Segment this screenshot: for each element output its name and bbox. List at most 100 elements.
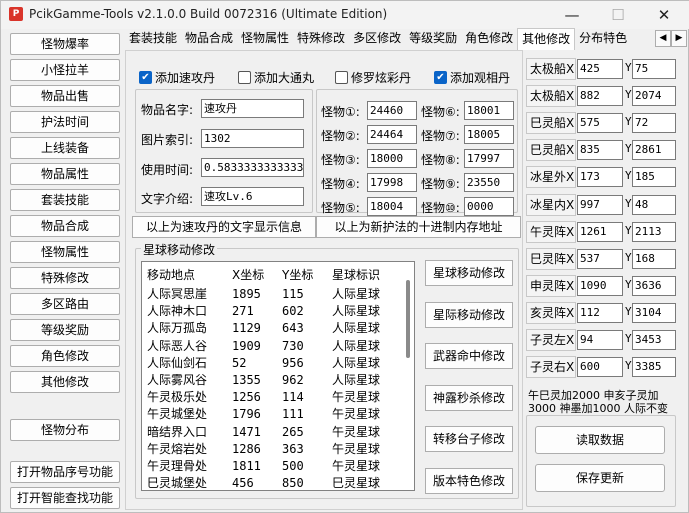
action-button-3[interactable]: 神露秒杀修改 bbox=[425, 384, 513, 411]
table-row[interactable]: 人际雾风谷 1355 962 人际星球 bbox=[142, 372, 402, 389]
tab-1[interactable]: 物品合成 bbox=[181, 28, 237, 50]
column-header-y[interactable]: Y坐标 bbox=[282, 266, 313, 283]
open-item-serial-button[interactable]: 打开物品序号功能 bbox=[10, 461, 120, 483]
icon-index-input[interactable]: 1302 bbox=[201, 129, 304, 148]
close-icon[interactable]: ✕ bbox=[641, 1, 687, 29]
monster-input-8[interactable]: 18004 bbox=[367, 197, 417, 216]
sidebar-item-10[interactable]: 多区路由 bbox=[10, 293, 120, 315]
monster-distribution-button[interactable]: 怪物分布 bbox=[10, 419, 120, 441]
checkbox-add-sugongdan[interactable]: ✔ 添加速攻丹 bbox=[139, 69, 215, 86]
monster-input-3[interactable]: 18005 bbox=[464, 125, 514, 144]
action-button-2[interactable]: 武器命中修改 bbox=[425, 343, 513, 369]
coord-x-input[interactable]: 575 bbox=[577, 113, 623, 134]
coord-x-input[interactable]: 882 bbox=[577, 86, 623, 107]
monster-input-1[interactable]: 18001 bbox=[464, 101, 514, 120]
column-header-planet[interactable]: 星球标识 bbox=[332, 266, 380, 283]
table-row[interactable]: 午灵极乐处 1256 114 午灵星球 bbox=[142, 389, 402, 406]
table-row[interactable]: 午灵理骨处 1811 500 午灵星球 bbox=[142, 458, 402, 475]
monster-input-6[interactable]: 17998 bbox=[367, 173, 417, 192]
coord-y-input[interactable]: 3636 bbox=[632, 275, 676, 296]
coord-y-input[interactable]: 2861 bbox=[632, 140, 676, 161]
table-row[interactable]: 巳灵城堡处 456 850 巳灵星球 bbox=[142, 475, 402, 490]
sidebar-item-3[interactable]: 护法时间 bbox=[10, 111, 120, 133]
save-update-button[interactable]: 保存更新 bbox=[535, 464, 665, 492]
sidebar-item-2[interactable]: 物品出售 bbox=[10, 85, 120, 107]
use-time-input[interactable]: 0.5833333333333 bbox=[201, 158, 304, 177]
action-button-0[interactable]: 星球移动修改 bbox=[425, 260, 513, 286]
monster-input-0[interactable]: 24460 bbox=[367, 101, 417, 120]
table-row[interactable]: 人际仙剑石 52 956 人际星球 bbox=[142, 355, 402, 372]
table-row[interactable]: 人际冥思崖 1895 115 人际星球 bbox=[142, 286, 402, 303]
monster-input-2[interactable]: 24464 bbox=[367, 125, 417, 144]
description-input[interactable]: 速攻Lv.6 bbox=[201, 187, 304, 206]
coord-x-input[interactable]: 1090 bbox=[577, 275, 623, 296]
tab-5[interactable]: 等级奖励 bbox=[405, 28, 461, 50]
sidebar-item-1[interactable]: 小怪拉羊 bbox=[10, 59, 120, 81]
hex-address-button[interactable]: 以上为新护法的十进制内存地址 bbox=[316, 216, 521, 238]
checkbox-box[interactable]: ✔ bbox=[434, 71, 447, 84]
coord-y-input[interactable]: 3385 bbox=[632, 357, 676, 378]
coord-x-input[interactable]: 835 bbox=[577, 140, 623, 161]
tab-6[interactable]: 角色修改 bbox=[461, 28, 517, 50]
coord-y-input[interactable]: 75 bbox=[632, 59, 676, 79]
sidebar-item-11[interactable]: 等级奖励 bbox=[10, 319, 120, 341]
sidebar-item-0[interactable]: 怪物爆率 bbox=[10, 33, 120, 55]
coord-y-input[interactable]: 3453 bbox=[632, 330, 676, 350]
sidebar-item-9[interactable]: 特殊修改 bbox=[10, 267, 120, 289]
sidebar-item-12[interactable]: 角色修改 bbox=[10, 345, 120, 367]
checkbox-box[interactable]: ✔ bbox=[139, 71, 152, 84]
table-row[interactable]: 人际神木口 271 602 人际星球 bbox=[142, 303, 402, 320]
minimize-icon[interactable]: — bbox=[549, 1, 595, 29]
table-row[interactable]: 暗结界入口 1471 265 午灵星球 bbox=[142, 424, 402, 441]
coord-y-input[interactable]: 168 bbox=[632, 248, 676, 269]
table-row[interactable]: 午灵城堡处 1796 111 午灵星球 bbox=[142, 406, 402, 423]
tab-7[interactable]: 其他修改 bbox=[517, 28, 576, 50]
coord-x-input[interactable]: 173 bbox=[577, 167, 623, 188]
sidebar-item-4[interactable]: 上线装备 bbox=[10, 137, 120, 159]
action-button-5[interactable]: 版本特色修改 bbox=[425, 467, 513, 494]
sidebar-item-5[interactable]: 物品属性 bbox=[10, 163, 120, 185]
text-info-button[interactable]: 以上为速攻丹的文字显示信息 bbox=[132, 216, 316, 238]
sidebar-item-7[interactable]: 物品合成 bbox=[10, 215, 120, 237]
coord-y-input[interactable]: 185 bbox=[632, 167, 676, 188]
coord-y-input[interactable]: 3104 bbox=[632, 302, 676, 323]
tab-scroll-left-icon[interactable]: ◀ bbox=[655, 30, 671, 47]
coord-x-input[interactable]: 112 bbox=[577, 302, 623, 323]
tab-2[interactable]: 怪物属性 bbox=[237, 28, 293, 50]
coord-y-input[interactable]: 72 bbox=[632, 113, 676, 134]
coord-y-input[interactable]: 2074 bbox=[632, 86, 676, 107]
table-row[interactable]: 人际万孤岛 1129 643 人际星球 bbox=[142, 320, 402, 337]
item-name-input[interactable]: 速攻丹 bbox=[201, 99, 304, 118]
monster-input-7[interactable]: 23550 bbox=[464, 173, 514, 192]
monster-input-4[interactable]: 18000 bbox=[367, 149, 417, 168]
checkbox-xiuluo-dan[interactable]: 修罗炫彩丹 bbox=[335, 69, 411, 86]
open-smart-search-button[interactable]: 打开智能查找功能 bbox=[10, 487, 120, 509]
action-button-1[interactable]: 星际移动修改 bbox=[425, 301, 513, 328]
tab-scroll-right-icon[interactable]: ▶ bbox=[671, 30, 687, 47]
scrollbar-thumb[interactable] bbox=[406, 280, 410, 358]
action-button-4[interactable]: 转移台子修改 bbox=[425, 426, 513, 452]
column-header-x[interactable]: X坐标 bbox=[232, 266, 264, 283]
table-row[interactable]: 午灵熔岩处 1286 363 午灵星球 bbox=[142, 441, 402, 458]
checkbox-box[interactable] bbox=[335, 71, 348, 84]
sidebar-item-13[interactable]: 其他修改 bbox=[10, 371, 120, 393]
tab-0[interactable]: 套装技能 bbox=[125, 28, 181, 50]
star-move-list[interactable]: 移动地点 X坐标 Y坐标 星球标识 人际冥思崖 1895 115 人际星球 人际神木口 2… bbox=[141, 261, 415, 491]
tab-3[interactable]: 特殊修改 bbox=[293, 28, 349, 50]
coord-x-input[interactable]: 600 bbox=[577, 357, 623, 378]
coord-y-input[interactable]: 48 bbox=[632, 194, 676, 215]
read-data-button[interactable]: 读取数据 bbox=[535, 426, 665, 454]
list-scrollbar[interactable] bbox=[402, 262, 414, 490]
coord-x-input[interactable]: 537 bbox=[577, 248, 623, 269]
column-header-location[interactable]: 移动地点 bbox=[147, 266, 195, 283]
checkbox-add-guanxiangdan[interactable]: ✔ 添加观相丹 bbox=[434, 69, 510, 86]
maximize-icon[interactable]: ☐ bbox=[595, 1, 641, 29]
checkbox-box[interactable] bbox=[238, 71, 251, 84]
coord-x-input[interactable]: 94 bbox=[577, 330, 623, 350]
monster-input-5[interactable]: 17997 bbox=[464, 149, 514, 168]
coord-x-input[interactable]: 1261 bbox=[577, 221, 623, 242]
coord-y-input[interactable]: 2113 bbox=[632, 221, 676, 242]
coord-x-input[interactable]: 997 bbox=[577, 194, 623, 215]
sidebar-item-8[interactable]: 怪物属性 bbox=[10, 241, 120, 263]
sidebar-item-6[interactable]: 套装技能 bbox=[10, 189, 120, 211]
